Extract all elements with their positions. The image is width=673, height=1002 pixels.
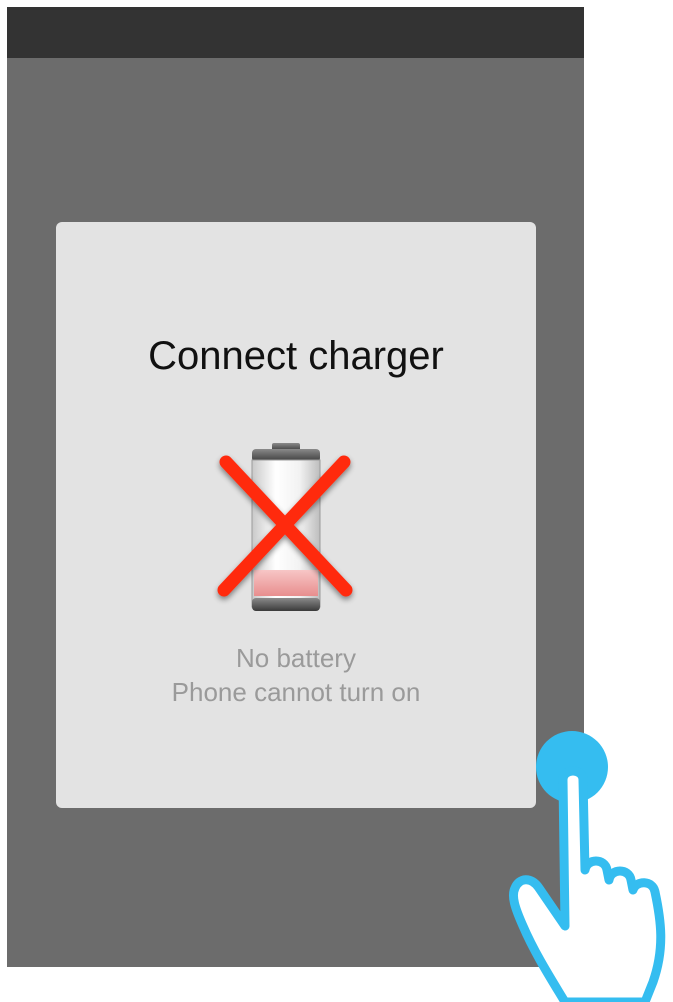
dialog-message-line-2: Phone cannot turn on — [171, 677, 421, 707]
hand-outline — [508, 766, 666, 1002]
status-bar — [7, 7, 584, 58]
battery-low-level — [254, 570, 318, 596]
tap-hand-icon — [505, 720, 673, 1002]
battery-bottom-ring — [252, 598, 320, 611]
phone-screen: Connect charger No battery Phone cannot … — [7, 7, 584, 967]
stage: Connect charger No battery Phone cannot … — [0, 0, 673, 1002]
no-battery-icon — [206, 440, 366, 620]
dialog-message-line-1: No battery — [236, 643, 356, 673]
connect-charger-dialog[interactable]: Connect charger No battery Phone cannot … — [56, 222, 536, 808]
dialog-title: Connect charger — [148, 334, 444, 378]
